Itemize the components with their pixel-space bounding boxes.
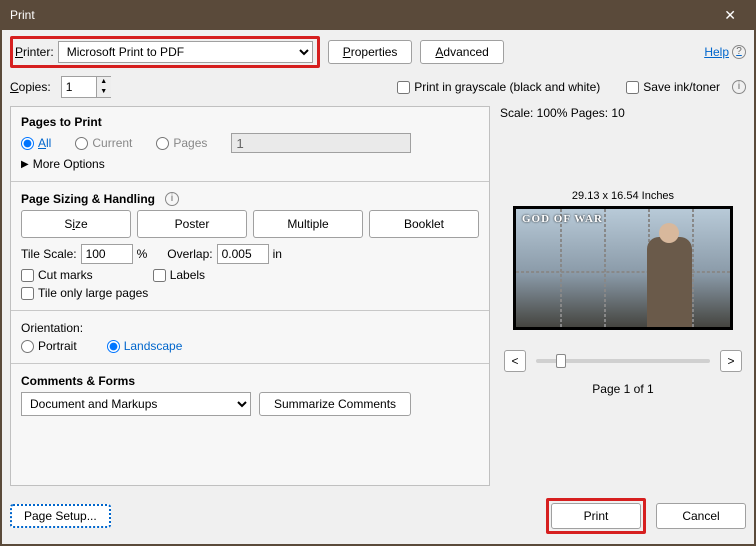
print-dialog: Print ✕ Printer: Microsoft Print to PDF … (0, 0, 756, 546)
pages-range-input[interactable] (231, 133, 411, 153)
radio-pages[interactable]: Pages (156, 136, 207, 150)
radio-all[interactable]: All (21, 136, 51, 150)
left-panel: Pages to Print All Current Pages (10, 106, 490, 486)
titlebar: Print ✕ (0, 0, 756, 30)
page-setup-button[interactable]: Page Setup... (10, 504, 111, 528)
print-button-highlighted: Print (546, 498, 646, 534)
more-options-toggle[interactable]: ▶ More Options (21, 157, 479, 171)
printer-select[interactable]: Microsoft Print to PDF (58, 41, 313, 63)
tileonly-checkbox[interactable]: Tile only large pages (21, 286, 479, 300)
cancel-button[interactable]: Cancel (656, 503, 746, 529)
grayscale-checkbox[interactable]: Print in grayscale (black and white) (397, 80, 600, 94)
overlap-input[interactable] (217, 244, 269, 264)
multiple-button[interactable]: Multiple (253, 210, 363, 238)
printer-group-highlighted: Printer: Microsoft Print to PDF (10, 36, 320, 68)
radio-current[interactable]: Current (75, 136, 132, 150)
preview-slider[interactable] (536, 359, 710, 363)
tilescale-input[interactable] (81, 244, 133, 264)
summarize-button[interactable]: Summarize Comments (259, 392, 411, 416)
slider-thumb[interactable] (556, 354, 566, 368)
expand-icon: ▶ (21, 159, 29, 170)
comments-select[interactable]: Document and Markups (21, 392, 251, 416)
page-preview: GOD OF WAR (513, 206, 733, 330)
poster-button[interactable]: Poster (137, 210, 247, 238)
overlap-label: Overlap: (167, 247, 212, 261)
preview-panel: Scale: 100% Pages: 10 29.13 x 16.54 Inch… (500, 106, 746, 486)
radio-portrait[interactable]: Portrait (21, 339, 77, 353)
prev-page-button[interactable]: < (504, 350, 526, 372)
size-button[interactable]: Size (21, 210, 131, 238)
tilescale-label: Tile Scale: (21, 247, 77, 261)
print-button[interactable]: Print (551, 503, 641, 529)
page-dimensions: 29.13 x 16.54 Inches (500, 190, 746, 202)
advanced-button[interactable]: Advanced (420, 40, 503, 64)
page-indicator: Page 1 of 1 (500, 382, 746, 396)
window-title: Print (10, 8, 35, 22)
copies-input[interactable] (62, 77, 96, 97)
sizing-info-icon[interactable]: i (165, 192, 179, 206)
next-page-button[interactable]: > (720, 350, 742, 372)
spinner-up-icon[interactable]: ▲ (97, 77, 111, 87)
properties-button[interactable]: Properties (328, 40, 413, 64)
sizing-title: Page Sizing & Handling (21, 192, 155, 206)
booklet-button[interactable]: Booklet (369, 210, 479, 238)
saveink-checkbox[interactable]: Save ink/toner (626, 80, 720, 94)
spinner-down-icon[interactable]: ▼ (97, 87, 111, 97)
printer-label: Printer: (15, 45, 54, 59)
radio-landscape[interactable]: Landscape (107, 339, 183, 353)
preview-content-figure (647, 237, 692, 327)
copies-spinner[interactable]: ▲▼ (61, 76, 111, 98)
saveink-info-icon[interactable]: i (732, 80, 746, 94)
comments-title: Comments & Forms (21, 374, 479, 388)
scale-info: Scale: 100% Pages: 10 (500, 106, 746, 120)
close-icon[interactable]: ✕ (714, 3, 746, 28)
cutmarks-checkbox[interactable]: Cut marks (21, 268, 93, 282)
labels-checkbox[interactable]: Labels (153, 268, 205, 282)
pages-to-print-title: Pages to Print (21, 115, 479, 129)
help-link[interactable]: Help ? (704, 45, 746, 59)
copies-label: Copies: (10, 80, 51, 94)
orientation-label: Orientation: (21, 321, 479, 335)
help-info-icon: ? (732, 45, 746, 59)
preview-content-logo: GOD OF WAR (522, 213, 603, 225)
